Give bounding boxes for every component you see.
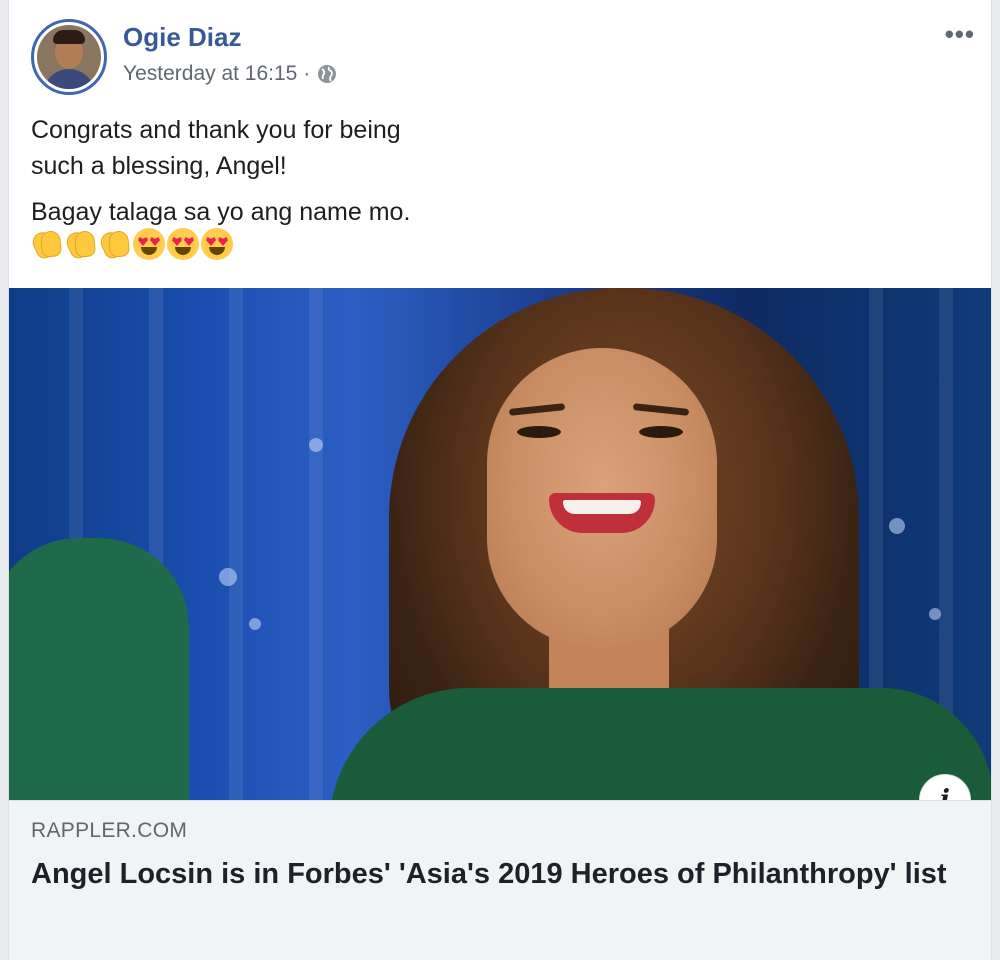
post-text-line: Bagay talaga sa yo ang name mo. [31,198,411,226]
heart-eyes-icon [167,228,199,260]
author-name-link[interactable]: Ogie Diaz [123,22,241,53]
clapping-hands-icon [29,228,63,262]
preview-caption[interactable]: RAPPLER.COM Angel Locsin is in Forbes' '… [9,800,991,960]
post-paragraph-2: Bagay talaga sa yo ang name mo. [31,194,931,230]
clapping-hands-icon [97,228,131,262]
heart-eyes-icon [201,228,233,260]
post-text: Congrats and thank you for being such a … [29,112,931,262]
preview-image[interactable]: i [9,288,991,800]
post-text-line: Congrats and thank you for being [31,116,401,144]
post-paragraph-1: Congrats and thank you for being such a … [31,112,931,184]
globe-icon [318,65,337,83]
source-domain: RAPPLER.COM [31,819,188,842]
avatar-photo [37,25,101,89]
post-meta: Yesterday at 16:15 · [123,62,338,86]
link-headline[interactable]: Angel Locsin is in Forbes' 'Asia's 2019 … [31,855,961,893]
post-text-line: such a blessing, Angel! [31,152,287,180]
post-timestamp[interactable]: Yesterday at 16:15 · [123,62,310,86]
author-avatar[interactable] [31,19,107,95]
emoji-row [29,228,931,262]
more-options-button[interactable]: ••• [945,20,975,48]
link-preview[interactable]: i RAPPLER.COM Angel Locsin is in Forbes'… [9,288,991,960]
clapping-hands-icon [63,228,97,262]
post-card: Ogie Diaz Yesterday at 16:15 · ••• Congr… [8,0,992,960]
heart-eyes-icon [133,228,165,260]
